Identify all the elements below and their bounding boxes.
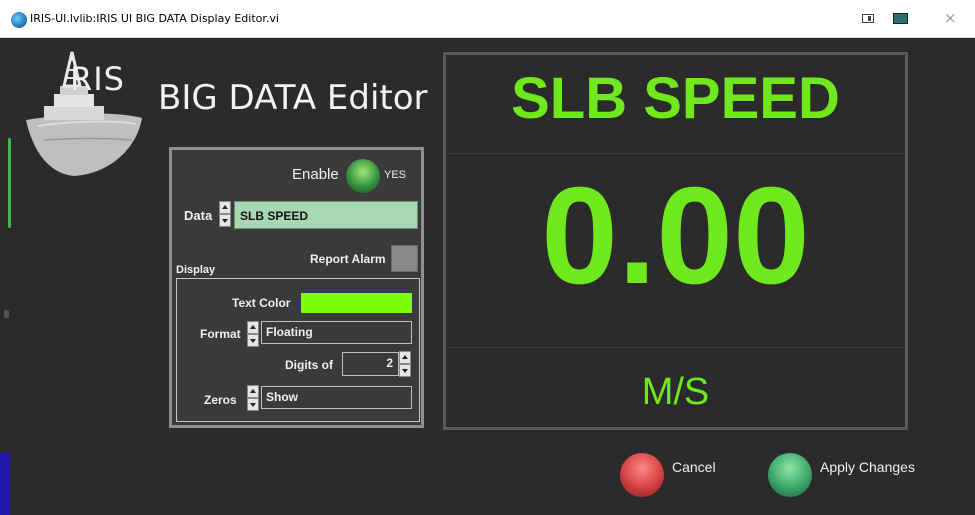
preview-title: SLB SPEED	[511, 66, 840, 131]
digits-label: Digits of	[285, 358, 333, 372]
display-preview: SLB SPEED 0.00 M/S	[443, 52, 908, 430]
panel-icon[interactable]	[862, 14, 874, 23]
format-spinner-icon[interactable]	[247, 321, 259, 348]
app-icon	[11, 12, 27, 28]
data-select-field[interactable]: SLB SPEED	[234, 201, 418, 229]
data-spinner-icon[interactable]	[219, 201, 231, 228]
spinner-up-icon[interactable]	[219, 201, 231, 214]
edge-marker	[8, 138, 11, 228]
logo-text: RIS	[70, 60, 125, 98]
spinner-up-icon[interactable]	[399, 351, 411, 364]
zeros-label: Zeros	[204, 393, 237, 407]
cancel-label[interactable]: Cancel	[672, 459, 716, 475]
main-panel: RIS BIG DATA Editor Enable YES Data SLB …	[0, 38, 975, 515]
preview-unit: M/S	[641, 371, 710, 413]
cancel-button[interactable]	[620, 453, 664, 497]
format-label: Format	[200, 327, 241, 341]
zeros-field[interactable]: Show	[261, 386, 412, 409]
preview-divider	[446, 347, 905, 348]
apply-changes-label[interactable]: Apply Changes	[820, 459, 915, 475]
display-group: Text Color Format Floating Digits of 2 Z…	[176, 278, 420, 422]
report-alarm-toggle[interactable]	[391, 245, 418, 272]
zeros-spinner-icon[interactable]	[247, 385, 259, 412]
enable-toggle-led[interactable]	[346, 159, 380, 193]
digits-field[interactable]: 2	[342, 352, 399, 376]
display-label: Display	[176, 264, 216, 276]
enable-label: Enable	[292, 166, 339, 183]
spinner-up-icon[interactable]	[247, 321, 259, 334]
spinner-down-icon[interactable]	[219, 214, 231, 227]
settings-panel: Enable YES Data SLB SPEED Report Alarm D…	[169, 147, 424, 428]
window-titlebar: IRIS-UI.lvlib:IRIS UI BIG DATA Display E…	[0, 0, 975, 38]
digits-spinner-icon[interactable]	[399, 351, 411, 378]
apply-changes-button[interactable]	[768, 453, 812, 497]
preview-divider	[446, 153, 905, 154]
report-alarm-label: Report Alarm	[310, 252, 386, 266]
spinner-down-icon[interactable]	[247, 398, 259, 411]
page-title: BIG DATA Editor	[158, 78, 428, 118]
data-label: Data	[184, 208, 213, 223]
text-color-picker[interactable]	[301, 293, 412, 313]
window-title: IRIS-UI.lvlib:IRIS UI BIG DATA Display E…	[30, 12, 279, 25]
edge-marker-blue	[0, 453, 10, 515]
spinner-down-icon[interactable]	[399, 364, 411, 377]
format-field[interactable]: Floating	[261, 321, 412, 344]
preview-value: 0.00	[541, 159, 810, 313]
spinner-down-icon[interactable]	[247, 334, 259, 347]
enable-value: YES	[384, 169, 407, 181]
close-icon[interactable]: ×	[944, 9, 957, 27]
spinner-up-icon[interactable]	[247, 385, 259, 398]
edge-handle	[4, 310, 9, 318]
text-color-label: Text Color	[232, 296, 291, 310]
monitor-icon[interactable]	[893, 13, 908, 24]
